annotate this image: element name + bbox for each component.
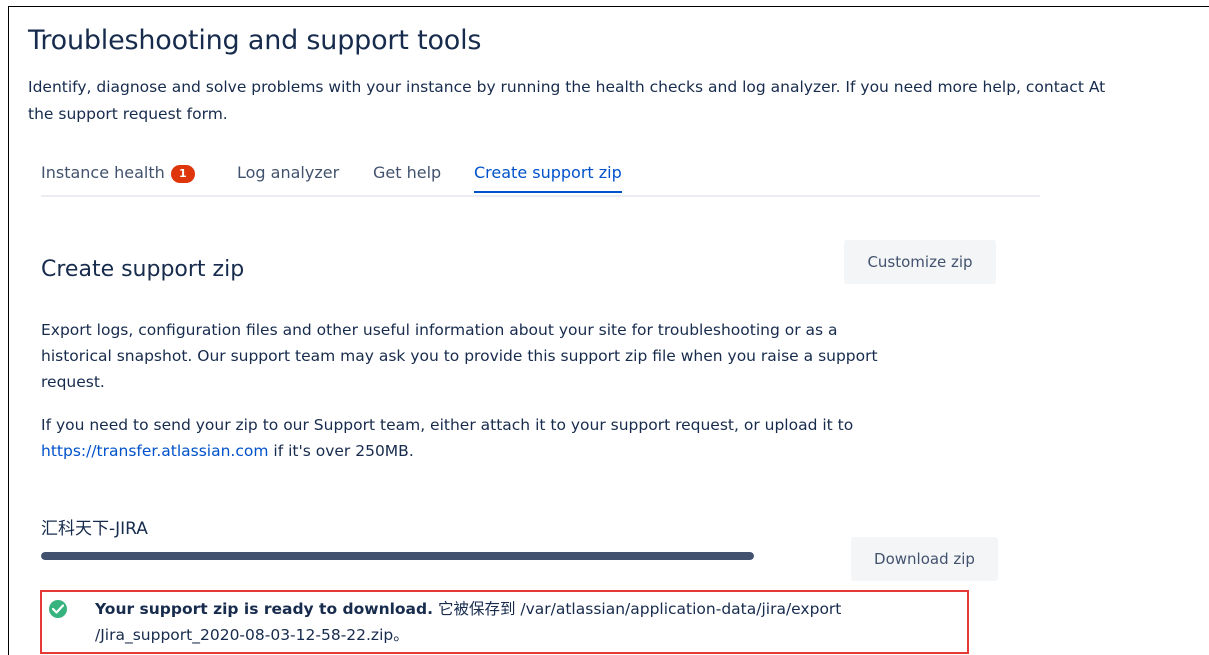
zip-ready-message: Your support zip is ready to download. 它… xyxy=(40,590,969,654)
page-description: Identify, diagnose and solve problems wi… xyxy=(28,74,1208,128)
tab-create-support-zip[interactable]: Create support zip xyxy=(474,163,622,193)
zip-ready-title: Your support zip is ready to download. xyxy=(95,600,434,618)
tab-label: Create support zip xyxy=(474,163,622,182)
support-tools-page: Troubleshooting and support tools Identi… xyxy=(8,6,1209,655)
zip-saved-filename: /Jira_support_2020-08-03-12-58-22.zip。 xyxy=(95,626,409,644)
upload-instructions-line: https://transfer.atlassian.com if it's o… xyxy=(41,438,1001,464)
export-description-line: Export logs, configuration files and oth… xyxy=(41,321,838,339)
tab-label: Get help xyxy=(373,163,442,182)
zip-progress-bar xyxy=(41,552,754,560)
upload-size-note: if it's over 250MB. xyxy=(268,442,414,460)
tab-get-help[interactable]: Get help xyxy=(373,163,441,182)
zip-saved-path: 它被保存到 /var/atlassian/application-data/ji… xyxy=(433,600,842,618)
page-description-line: the support request form. xyxy=(28,105,228,123)
tab-label: Instance health xyxy=(41,163,165,182)
upload-instructions: If you need to send your zip to our Supp… xyxy=(41,412,1001,464)
export-description-line: historical snapshot. Our support team ma… xyxy=(41,347,878,365)
export-description-line: request. xyxy=(41,373,105,391)
tab-instance-health[interactable]: Instance health 1 xyxy=(41,163,195,183)
tab-bar: Instance health 1 Log analyzer Get help C… xyxy=(41,159,1040,197)
zip-progress-fill xyxy=(41,552,754,560)
site-name: 汇科天下-JIRA xyxy=(41,519,148,539)
download-zip-button[interactable]: Download zip xyxy=(851,537,998,581)
customize-zip-button[interactable]: Customize zip xyxy=(844,240,996,284)
upload-instructions-line: If you need to send your zip to our Supp… xyxy=(41,416,854,434)
page-description-line: Identify, diagnose and solve problems wi… xyxy=(28,78,1106,96)
zip-ready-text: Your support zip is ready to download. 它… xyxy=(95,596,841,648)
section-title: Create support zip xyxy=(41,257,245,282)
success-check-icon xyxy=(49,600,67,618)
transfer-link[interactable]: https://transfer.atlassian.com xyxy=(41,442,268,460)
export-description: Export logs, configuration files and oth… xyxy=(41,317,1001,395)
notification-badge: 1 xyxy=(170,165,195,183)
page-title: Troubleshooting and support tools xyxy=(28,25,482,56)
tab-log-analyzer[interactable]: Log analyzer xyxy=(237,163,339,182)
tab-label: Log analyzer xyxy=(237,163,340,182)
